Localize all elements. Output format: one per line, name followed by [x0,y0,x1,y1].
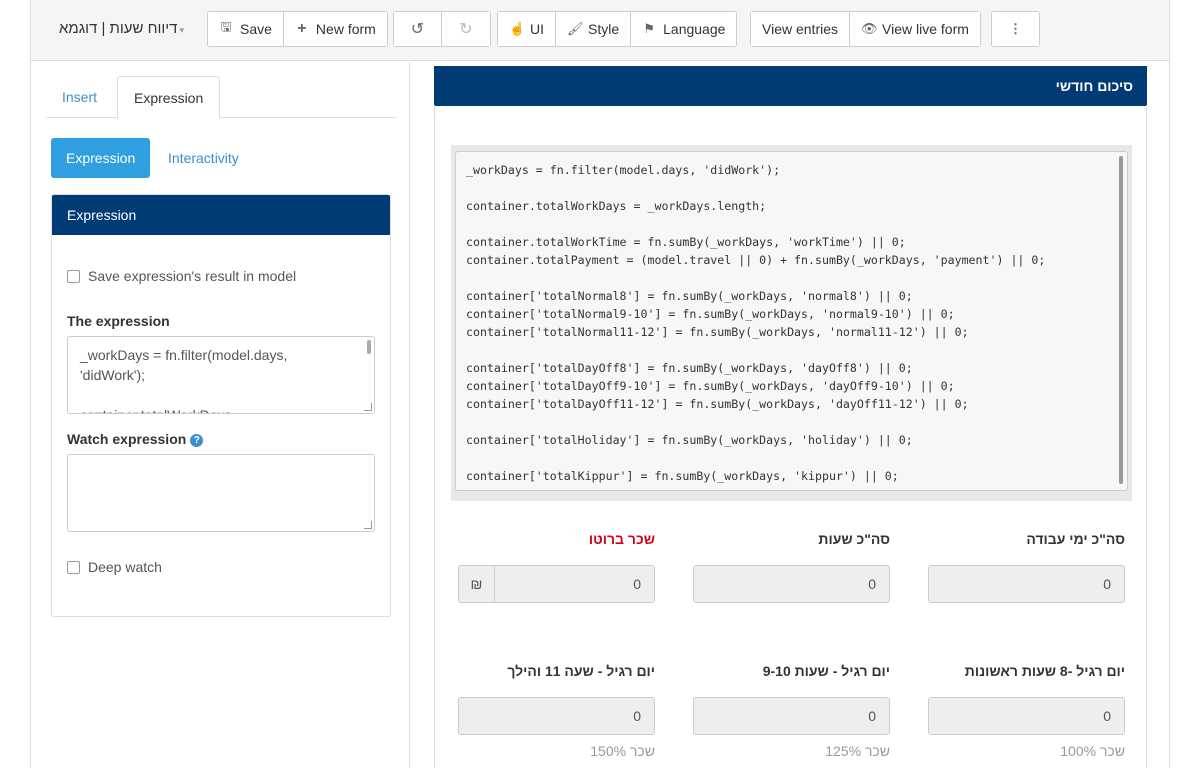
textarea-scrollbar[interactable] [367,340,371,354]
brush-icon: 🖌 [567,21,584,36]
regular-9-10-input[interactable]: 0 [693,697,890,735]
panel-tabs: Insert Expression [46,76,396,119]
section-body: _workDays = fn.filter(model.days, 'didWo… [434,105,1147,768]
pill-expression[interactable]: Expression [51,138,151,178]
expression-textarea[interactable]: _workDays = fn.filter(model.days, 'didWo… [67,336,375,414]
code-editor[interactable]: _workDays = fn.filter(model.days, 'didWo… [455,151,1128,491]
save-result-label: Save expression's result in model [88,268,297,284]
view-live-form-button-label: View live form [882,21,969,37]
section-header[interactable]: סיכום חודשי [434,66,1147,106]
hand-pointer-icon: ☝ [509,21,526,36]
total-work-days-label: סה"כ ימי עבודה [1026,531,1125,547]
code-scrollbar[interactable] [1119,156,1123,484]
watch-expression-textarea[interactable] [67,454,375,532]
pill-interactivity-label: Interactivity [168,150,239,166]
resize-grip-icon[interactable] [364,521,372,529]
gross-pay-input[interactable]: 0 [495,565,655,603]
ui-button-label: UI [530,21,544,37]
view-button-group: View entries 👁 View live form [750,11,981,47]
save-button-label: Save [240,21,272,37]
gross-pay-label: שכר ברוטו [588,531,655,547]
watch-expression-label: Watch expression [67,431,187,447]
regular-11-up-hint: 150% שכר [590,743,655,759]
form-canvas: סיכום חודשי _workDays = fn.filter(model.… [411,62,1169,768]
expression-label: The expression [67,313,170,329]
pill-expression-label: Expression [66,150,136,166]
form-title-dropdown[interactable]: דיווח שעות | דוגמא ▾ [59,20,184,37]
redo-icon: ↻ [459,21,473,38]
gross-pay-input-group: ₪ 0 [458,565,655,603]
undo-button[interactable]: ↺ [394,12,442,46]
field-gross-pay: שכר ברוטו ₪ 0 [458,531,655,603]
properties-panel: Insert Expression Expression Interactivi… [31,62,410,768]
deep-watch-label: Deep watch [88,559,162,575]
field-total-work-days: סה"כ ימי עבודה 0 [928,531,1125,603]
field-total-hours: סה"כ שעות 0 [693,531,890,603]
field-regular-11-up: יום רגיל - שעה 11 והילך 0 150% שכר [458,663,655,759]
watch-expression-label-row: Watch expression? [67,431,204,447]
eye-icon: 👁 [861,21,878,36]
redo-button[interactable]: ↻ [442,12,490,46]
regular-9-10-label: יום רגיל - שעות 9-10 [762,663,890,679]
deep-watch-checkbox-row[interactable]: Deep watch [67,559,162,575]
tab-expression[interactable]: Expression [117,76,221,119]
regular-8-input[interactable]: 0 [928,697,1125,735]
file-button-group: 🖫 Save + New form [207,11,388,47]
regular-11-up-label: יום רגיל - שעה 11 והילך [507,663,655,679]
pill-interactivity[interactable]: Interactivity [153,138,254,178]
language-button[interactable]: ⚑ Language [631,12,737,46]
regular-11-up-input[interactable]: 0 [458,697,655,735]
more-options-button[interactable]: ⋮ [992,12,1039,46]
section-title: סיכום חודשי [1055,78,1133,94]
style-button-label: Style [588,21,620,37]
view-entries-button[interactable]: View entries [751,12,851,46]
regular-8-label: יום רגיל -8 שעות ראשונות [964,663,1125,679]
field-regular-8: יום רגיל -8 שעות ראשונות 0 100% שכר [928,663,1125,759]
expression-textarea-value: _workDays = fn.filter(model.days, 'didWo… [80,347,288,413]
save-result-checkbox[interactable] [67,269,80,283]
toolbar: דיווח שעות | דוגמא ▾ 🖫 Save + New form ↺ … [31,0,1169,61]
expression-settings-panel: Expression Save expression's result in m… [51,194,391,617]
caret-down-icon: ▾ [179,25,185,35]
undo-icon: ↺ [410,21,425,38]
form-builder-frame: דיווח שעות | דוגמא ▾ 🖫 Save + New form ↺ … [30,0,1170,768]
history-button-group: ↺ ↻ [393,11,491,47]
floppy-disk-icon: 🖫 [220,19,232,34]
shekel-addon: ₪ [458,565,495,603]
new-form-button[interactable]: + New form [283,12,387,46]
total-work-days-input[interactable]: 0 [928,565,1125,603]
style-button[interactable]: 🖌 Style [556,12,632,46]
regular-9-10-hint: 125% שכר [825,743,890,759]
code-text: _workDays = fn.filter(model.days, 'didWo… [466,163,1046,483]
flag-icon: ⚑ [643,21,655,36]
view-live-form-button[interactable]: 👁 View live form [850,12,980,46]
total-hours-label: סה"כ שעות [818,531,890,547]
deep-watch-checkbox[interactable] [67,560,80,574]
design-button-group: ☝ UI 🖌 Style ⚑ Language [497,11,738,47]
language-button-label: Language [663,21,726,37]
tab-insert[interactable]: Insert [46,76,113,118]
new-form-button-label: New form [315,21,376,37]
form-title-text: דיווח שעות | דוגמא [59,20,178,37]
save-button[interactable]: 🖫 Save [208,12,284,46]
total-hours-input[interactable]: 0 [693,565,890,603]
more-button-group: ⋮ [991,11,1040,47]
expression-panel-title: Expression [52,195,390,235]
expression-code-block[interactable]: _workDays = fn.filter(model.days, 'didWo… [451,145,1132,501]
plus-icon: + [297,20,307,37]
vertical-ellipsis-icon: ⋮ [1009,21,1022,36]
field-regular-9-10: יום רגיל - שעות 9-10 0 125% שכר [693,663,890,759]
question-circle-icon[interactable]: ? [190,434,204,447]
view-entries-button-label: View entries [762,21,839,37]
regular-8-hint: 100% שכר [1060,743,1125,759]
save-result-checkbox-row[interactable]: Save expression's result in model [67,268,296,284]
ui-button[interactable]: ☝ UI [498,12,556,46]
tab-insert-label: Insert [62,89,98,105]
resize-grip-icon[interactable] [364,403,372,411]
tab-expression-label: Expression [134,90,204,106]
